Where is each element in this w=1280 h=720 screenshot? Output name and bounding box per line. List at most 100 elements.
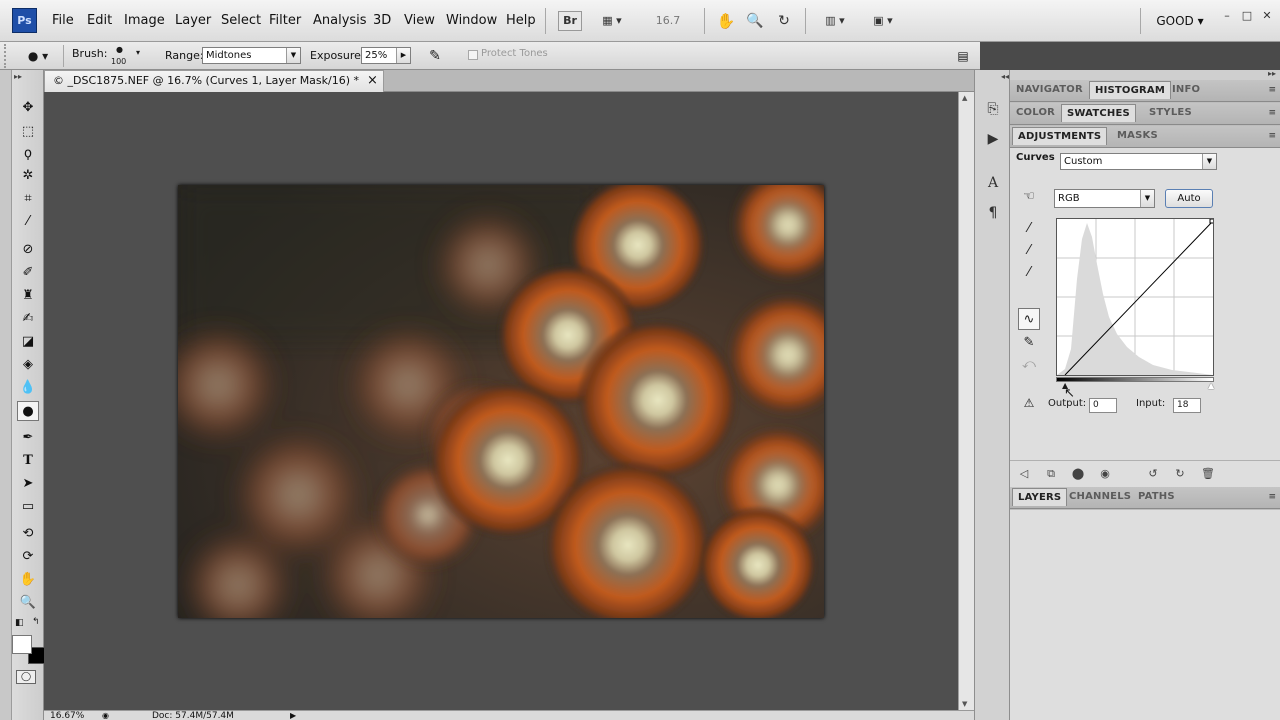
expanded-view-button[interactable]: ⧉	[1042, 466, 1060, 482]
menu-image[interactable]: Image	[124, 13, 165, 28]
eraser-tool[interactable]: ◪	[17, 332, 39, 352]
actions-panel-button[interactable]: ▶	[982, 128, 1004, 150]
blur-tool[interactable]: 💧	[17, 378, 39, 398]
airbrush-button[interactable]: ✎	[424, 46, 446, 66]
white-input-slider[interactable]: ▲	[1208, 381, 1214, 390]
collapse-tools-icon[interactable]: ▸▸	[14, 72, 22, 81]
shape-tool[interactable]: ▭	[17, 497, 39, 517]
close-document-icon[interactable]: ×	[367, 71, 378, 91]
tab-histogram[interactable]: HISTOGRAM	[1089, 81, 1172, 99]
history-panel-button[interactable]: ⎘	[982, 98, 1004, 120]
delete-adjustment-button[interactable]: 🗑	[1199, 466, 1217, 482]
lasso-tool[interactable]: ϙ	[17, 144, 39, 164]
clone-stamp-tool[interactable]: ♜	[17, 286, 39, 306]
3d-orbit-tool[interactable]: ⟳	[17, 547, 39, 567]
on-image-adjust-tool[interactable]: ☜	[1018, 186, 1040, 208]
swap-colors-icon[interactable]: ↰	[32, 617, 40, 627]
menu-edit[interactable]: Edit	[87, 13, 112, 28]
tab-channels[interactable]: CHANNELS	[1069, 491, 1131, 502]
tab-color[interactable]: COLOR	[1016, 107, 1055, 118]
exposure-field[interactable]: 25% ▶	[361, 47, 411, 64]
clip-to-layer-button[interactable]: ⬤	[1069, 466, 1087, 482]
pen-tool[interactable]: ✒	[17, 428, 39, 448]
return-to-list-button[interactable]: ◁	[1015, 466, 1033, 482]
workspace-switcher[interactable]: GOOD ▾	[1148, 11, 1212, 31]
magic-wand-tool[interactable]: ✲	[17, 166, 39, 186]
tab-info[interactable]: INFO	[1172, 84, 1200, 95]
panel-menu-icon[interactable]: ≡	[1268, 85, 1276, 95]
status-info-icon[interactable]: ◉	[102, 711, 109, 720]
maximize-button[interactable]: □	[1238, 6, 1256, 26]
zoom-tool-button[interactable]: 🔍	[744, 11, 766, 31]
healing-brush-tool[interactable]: ⊘	[17, 240, 39, 260]
tab-navigator[interactable]: NAVIGATOR	[1016, 84, 1083, 95]
type-tool[interactable]: T	[17, 451, 39, 471]
panel-menu-icon[interactable]: ≡	[1268, 131, 1276, 141]
paragraph-panel-button[interactable]: ¶	[982, 202, 1004, 224]
menu-help[interactable]: Help	[506, 13, 536, 28]
zoom-level-field[interactable]: 16.7	[648, 11, 688, 31]
history-brush-tool[interactable]: ✍	[17, 309, 39, 329]
view-extras-button[interactable]: ▦ ▾	[594, 11, 630, 31]
gray-point-eyedropper[interactable]: ⁄	[1018, 240, 1040, 262]
output-field[interactable]: 0	[1089, 398, 1117, 413]
clipping-warning-button[interactable]: ⚠	[1018, 396, 1040, 414]
menu-layer[interactable]: Layer	[175, 13, 211, 28]
status-zoom[interactable]: 16.67%	[50, 711, 84, 720]
panel-well-button[interactable]: ▤	[953, 46, 973, 66]
protect-tones-checkbox[interactable]	[468, 50, 478, 60]
crop-tool[interactable]: ⌗	[17, 189, 39, 209]
tools-grip[interactable]	[0, 70, 12, 720]
tab-layers[interactable]: LAYERS	[1012, 488, 1068, 506]
collapse-dock-icon[interactable]: ◂◂	[1001, 72, 1009, 81]
brush-tool[interactable]: ✐	[17, 263, 39, 283]
paint-bucket-tool[interactable]: ◈	[17, 355, 39, 375]
vertical-scrollbar[interactable]: ▲ ▼	[958, 92, 974, 710]
panel-menu-icon[interactable]: ≡	[1268, 108, 1276, 118]
foreground-color-swatch[interactable]	[12, 635, 32, 654]
bridge-button[interactable]: Br	[558, 11, 582, 31]
minimize-button[interactable]: –	[1218, 6, 1236, 26]
zoom-tool[interactable]: 🔍	[17, 593, 39, 613]
hand-tool[interactable]: ✋	[17, 570, 39, 590]
white-point-eyedropper[interactable]: ⁄	[1018, 262, 1040, 284]
options-grip[interactable]	[4, 44, 10, 68]
hand-tool-button[interactable]: ✋	[715, 11, 737, 31]
black-point-eyedropper[interactable]: ⁄	[1018, 218, 1040, 240]
brush-picker[interactable]: ● 100 ▾	[108, 44, 146, 68]
screen-mode-button[interactable]: ▣ ▾	[864, 11, 902, 31]
expand-panels-icon[interactable]: ▸▸	[1268, 69, 1276, 78]
tab-paths[interactable]: PATHS	[1138, 491, 1175, 502]
menu-analysis[interactable]: Analysis	[313, 13, 367, 28]
menu-select[interactable]: Select	[221, 13, 261, 28]
arrange-documents-button[interactable]: ▥ ▾	[817, 11, 853, 31]
curve-pencil-tool[interactable]: ✎	[1018, 332, 1040, 354]
input-field[interactable]: 18	[1173, 398, 1201, 413]
default-colors-icon[interactable]: ◧	[15, 618, 24, 628]
curves-graph[interactable]	[1056, 218, 1215, 376]
toggle-visibility-button[interactable]: ◉	[1096, 466, 1114, 482]
tab-adjustments[interactable]: ADJUSTMENTS	[1012, 127, 1108, 145]
menu-filter[interactable]: Filter	[269, 13, 301, 28]
menu-view[interactable]: View	[404, 13, 435, 28]
range-select[interactable]: Midtones ▼	[202, 47, 301, 64]
burn-tool[interactable]: ●	[17, 401, 39, 421]
marquee-tool[interactable]: ⬚	[17, 122, 39, 142]
path-selection-tool[interactable]: ➤	[17, 474, 39, 494]
quick-mask-button[interactable]: ◯	[16, 670, 36, 684]
reset-button[interactable]: ↻	[1171, 466, 1189, 482]
scroll-up-icon[interactable]: ▲	[962, 94, 967, 102]
menu-window[interactable]: Window	[446, 13, 497, 28]
channel-select[interactable]: RGB ▼	[1054, 189, 1155, 208]
rotate-view-button[interactable]: ↻	[773, 11, 795, 31]
move-tool[interactable]: ✥	[17, 98, 39, 118]
scroll-down-icon[interactable]: ▼	[962, 700, 967, 708]
panel-menu-icon[interactable]: ≡	[1268, 492, 1276, 502]
character-panel-button[interactable]: A	[982, 172, 1004, 194]
auto-button[interactable]: Auto	[1165, 189, 1213, 208]
tab-swatches[interactable]: SWATCHES	[1061, 104, 1136, 122]
tab-styles[interactable]: STYLES	[1149, 107, 1192, 118]
close-app-button[interactable]: ✕	[1258, 6, 1276, 26]
menu-file[interactable]: File	[52, 13, 74, 28]
smooth-curve-tool[interactable]: ⤺	[1018, 354, 1040, 376]
